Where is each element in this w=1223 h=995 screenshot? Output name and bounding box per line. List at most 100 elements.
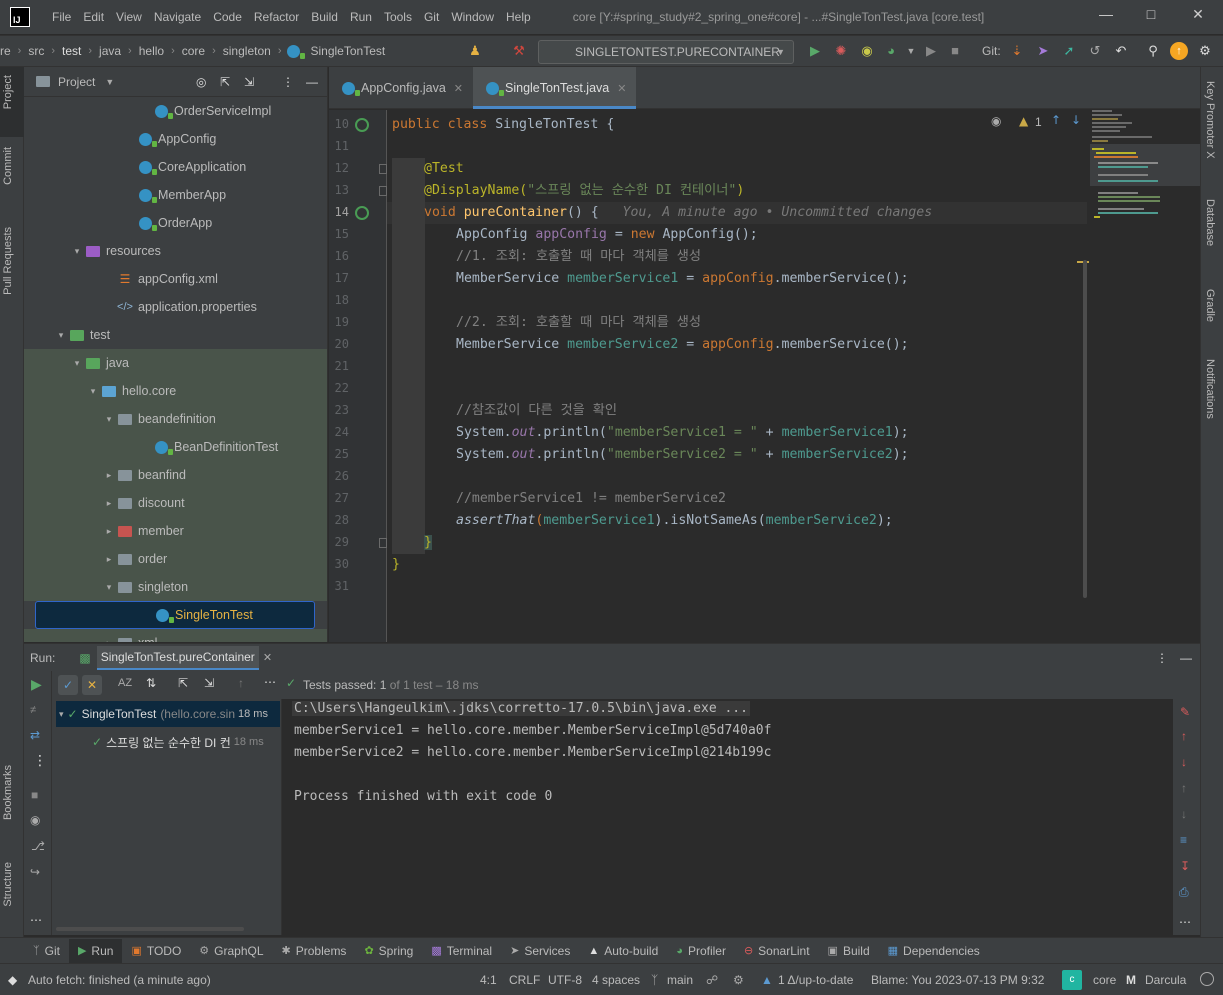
tool-tab-key-promoter[interactable]: Key Promoter X xyxy=(1204,81,1216,159)
chevron-right-icon[interactable]: ▸ xyxy=(102,526,116,537)
collapse-all-icon[interactable]: ⇲ xyxy=(204,676,214,690)
expand-all-icon[interactable]: ⇱ xyxy=(178,676,188,690)
editor-scrollbar[interactable] xyxy=(1083,260,1087,598)
vcs-status[interactable]: 1 Δ/up-to-date xyxy=(778,964,853,995)
chevron-right-icon[interactable]: ▸ xyxy=(102,470,116,481)
status-message[interactable]: Auto fetch: finished (a minute ago) xyxy=(28,964,211,995)
breadcrumb-singletontest[interactable]: SingleTonTest xyxy=(306,44,389,58)
locate-icon[interactable]: ◎ xyxy=(196,75,206,89)
tool-tab-gradle[interactable]: Gradle xyxy=(1204,289,1216,322)
more-options-icon[interactable]: ⋯ xyxy=(1179,915,1191,929)
code-editor[interactable]: 10 11 12 13 14 15 16 17 18 19 20 21 22 23 24 25 26 27 28 29… xyxy=(329,110,1200,642)
scroll-to-end-icon[interactable]: ↧ xyxy=(1180,859,1190,873)
tool-tab-terminal[interactable]: ▩ Terminal xyxy=(422,939,501,963)
hide-panel-icon[interactable]: — xyxy=(1180,651,1192,665)
users-icon[interactable]: ♟ xyxy=(466,42,484,60)
profile-icon[interactable]: ◕ xyxy=(882,42,900,60)
chevron-down-icon[interactable]: ▼ xyxy=(902,42,920,60)
indent-setting[interactable]: 4 spaces xyxy=(592,964,640,995)
collapse-all-icon[interactable]: ⇲ xyxy=(244,75,254,89)
menu-build[interactable]: Build xyxy=(305,0,344,34)
warning-icon[interactable]: ▲ xyxy=(1019,114,1028,128)
more-options-icon[interactable]: ⋮ xyxy=(1156,651,1168,665)
close-icon[interactable]: ✕ xyxy=(454,82,463,95)
tool-tab-dependencies[interactable]: ▦ Dependencies xyxy=(879,939,989,963)
tree-item[interactable]: ▸ xml xyxy=(24,629,327,643)
theme-name[interactable]: Darcula xyxy=(1145,964,1186,995)
lock-icon[interactable]: ☍ xyxy=(706,964,718,995)
test-case-row[interactable]: ✓ 스프링 없는 순수한 DI 컨 18 ms xyxy=(92,729,282,755)
tool-tab-todo[interactable]: ▣ TODO xyxy=(122,939,190,963)
tree-item[interactable]: OrderApp xyxy=(24,209,327,237)
git-push-icon[interactable]: ➚ xyxy=(1060,42,1078,60)
chevron-down-icon[interactable]: ▾ xyxy=(54,330,68,341)
project-panel-title[interactable]: Project xyxy=(58,75,95,89)
menu-window[interactable]: Window xyxy=(445,0,500,34)
menu-help[interactable]: Help xyxy=(500,0,537,34)
show-passed-icon[interactable]: ✓ xyxy=(58,675,78,695)
tree-item[interactable]: ▾ beandefinition xyxy=(24,405,327,433)
fold-icon[interactable] xyxy=(379,538,387,548)
inspection-icon[interactable]: ⚙ xyxy=(733,964,744,995)
more-options-icon[interactable]: ⋮ xyxy=(282,75,294,89)
pin-icon[interactable]: ⎇ xyxy=(31,839,45,853)
hide-panel-icon[interactable]: — xyxy=(306,75,318,89)
breadcrumb-root[interactable]: re xyxy=(0,44,15,58)
tree-item[interactable]: ▸ discount xyxy=(24,489,327,517)
tool-tab-build[interactable]: ▣ Build xyxy=(819,939,879,963)
previous-failed-icon[interactable]: ↑ xyxy=(238,676,244,690)
chevron-down-icon[interactable]: ▾ xyxy=(102,582,116,593)
run-icon[interactable]: ▶ xyxy=(806,42,824,60)
tree-item[interactable]: ▾ singleton xyxy=(24,573,327,601)
stop-icon[interactable]: ■ xyxy=(946,42,964,60)
chevron-down-icon[interactable]: ▼ xyxy=(105,77,114,87)
tool-tab-bookmarks[interactable]: Bookmarks xyxy=(2,765,14,820)
print-icon[interactable]: ⎙ xyxy=(1179,885,1189,900)
settings-icon[interactable]: ⚙ xyxy=(1196,42,1214,60)
menu-file[interactable]: File xyxy=(46,0,77,34)
chevron-right-icon[interactable]: ▸ xyxy=(102,554,116,565)
run-configuration-select[interactable]: SINGLETONTEST.PURECONTAINER ▼ xyxy=(538,40,794,64)
tool-tab-spring[interactable]: ✿ Spring xyxy=(355,939,422,963)
reader-mode-icon[interactable]: ◉ xyxy=(991,114,1001,128)
menu-refactor[interactable]: Refactor xyxy=(248,0,305,34)
tool-tab-structure[interactable]: Structure xyxy=(2,862,14,907)
update-icon[interactable]: ↑ xyxy=(1170,42,1188,60)
memory-indicator-icon[interactable] xyxy=(1200,972,1214,986)
git-update-icon[interactable]: ⇣ xyxy=(1008,42,1026,60)
tool-tab-services[interactable]: ➤ Services xyxy=(501,939,579,963)
chevron-down-icon[interactable]: ▾ xyxy=(102,414,116,425)
toggle-auto-test-icon[interactable]: ⇄ xyxy=(30,728,40,742)
more-options-icon[interactable]: ⋯ xyxy=(30,913,42,927)
tool-tab-git[interactable]: ᛉ Git xyxy=(24,939,69,963)
tool-tab-profiler[interactable]: ◕ Profiler xyxy=(667,939,735,963)
tool-tab-auto-build[interactable]: ▲ Auto-build xyxy=(579,939,667,963)
stop-icon[interactable]: ■ xyxy=(31,788,38,802)
menu-code[interactable]: Code xyxy=(207,0,248,34)
tab-singletontest[interactable]: SingleTonTest.java ✕ xyxy=(473,67,637,109)
sort-duration-icon[interactable]: ⇅ xyxy=(146,676,156,690)
chevron-right-icon[interactable]: ▸ xyxy=(102,638,116,643)
resume-icon[interactable]: ▶ xyxy=(922,42,940,60)
horizontal-scrollbar[interactable] xyxy=(56,927,244,931)
run-tab-label[interactable]: SingleTonTest.pureContainer xyxy=(96,645,259,670)
tree-item[interactable]: CoreApplication xyxy=(24,153,327,181)
search-icon[interactable]: ⚲ xyxy=(1144,42,1162,60)
tool-tab-database[interactable]: Database xyxy=(1204,199,1216,246)
close-window-icon[interactable]: ✕ xyxy=(1188,6,1208,26)
tool-tab-project[interactable]: Project xyxy=(2,75,14,109)
tool-tab-run[interactable]: ▶ Run xyxy=(68,938,123,963)
up-arrow-icon[interactable]: ↑ xyxy=(1181,729,1187,743)
previous-highlight-icon[interactable]: ↑ xyxy=(1051,113,1061,127)
coverage-icon[interactable]: ◉ xyxy=(858,42,876,60)
test-suite-row[interactable]: ▾ ✓ SingleTonTest (hello.core.sin 18 ms xyxy=(56,701,280,727)
debug-icon[interactable]: ✺ xyxy=(832,42,850,60)
menu-run[interactable]: Run xyxy=(344,0,378,34)
breadcrumb-java[interactable]: java xyxy=(95,44,125,58)
exit-icon[interactable]: ↪ xyxy=(30,865,40,879)
code-minimap[interactable] xyxy=(1090,110,1200,230)
maximize-icon[interactable]: □ xyxy=(1141,6,1161,26)
hammer-icon[interactable]: ⚒ xyxy=(510,42,528,60)
more-options-icon[interactable]: ⋮ xyxy=(33,752,47,769)
tool-tab-graphql[interactable]: ⚙ GraphQL xyxy=(190,939,272,963)
